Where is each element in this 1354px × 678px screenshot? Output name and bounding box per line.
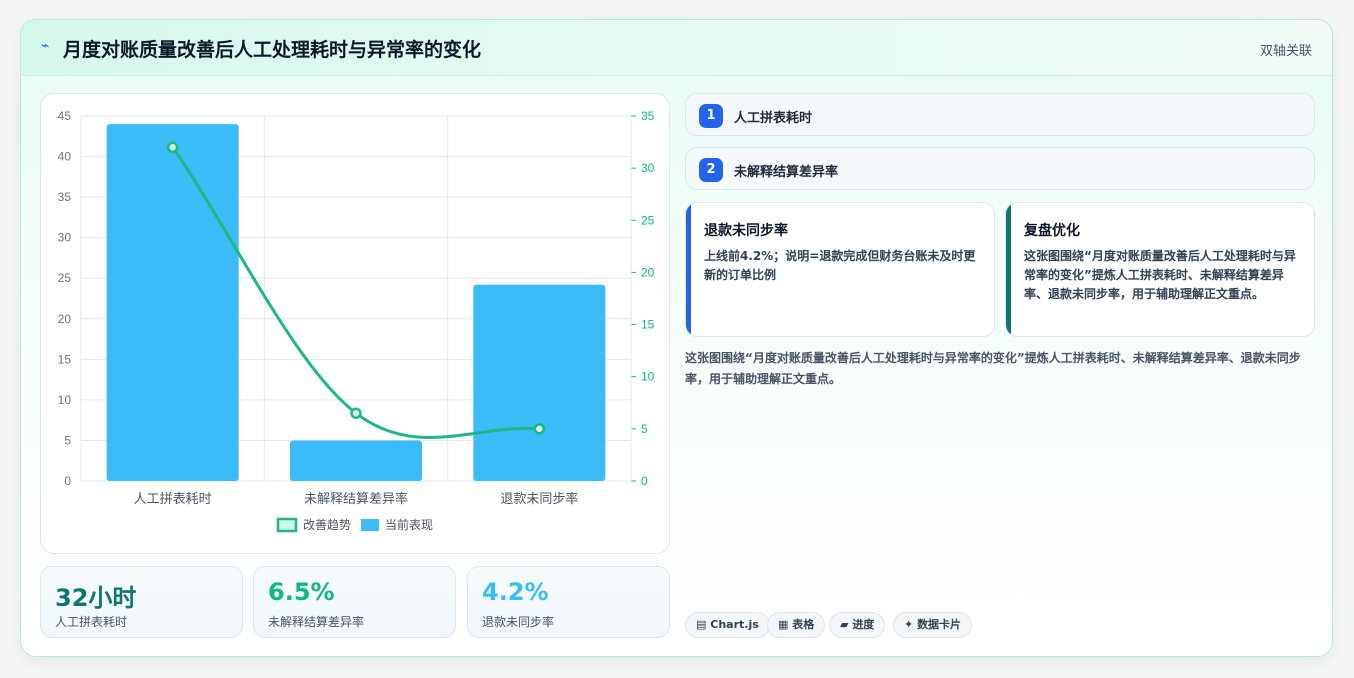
chart-panel: 0 5 10 15 20 25 30 35 40 45 0 5 10 15 20 25 30 35 人工拼表耗时 未解…	[40, 93, 670, 554]
tag-progress[interactable]: ▰ 进度	[829, 612, 886, 638]
lightning-icon: ⌁	[41, 38, 50, 54]
item-number-badge: 1	[699, 104, 723, 128]
item-label: 人工拼表耗时	[734, 111, 813, 126]
table-icon: ▦	[778, 618, 789, 631]
list-item[interactable]: 1 人工拼表耗时	[685, 93, 1315, 136]
tag-label: 表格	[792, 618, 815, 631]
trend-point	[533, 423, 546, 435]
note-body: 这张图围绕“月度对账质量改善后人工处理耗时与异常率的变化”提炼人工拼表耗时、未解…	[1024, 249, 1296, 301]
stat-label: 人工拼表耗时	[55, 615, 128, 629]
note-body: 上线前4.2%；说明=退款完成但财务台账未及时更新的订单比例	[704, 249, 976, 282]
stat-label: 退款未同步率	[482, 615, 555, 629]
y-right-tick-label: 20	[641, 265, 655, 279]
page-title: 月度对账质量改善后人工处理耗时与异常率的变化	[63, 39, 482, 61]
note-card: 退款未同步率 上线前4.2%；说明=退款完成但财务台账未及时更新的订单比例	[685, 202, 995, 337]
y-left-tick-label: 10	[58, 393, 72, 407]
legend-label: 当前表现	[385, 517, 433, 532]
progress-icon: ▰	[840, 618, 849, 631]
bar	[473, 284, 606, 481]
combo-chart: 0 5 10 15 20 25 30 35 40 45 0 5 10 15 20 25 30 35 人工拼表耗时 未解…	[58, 109, 655, 533]
tag-data-card[interactable]: ✦ 数据卡片	[893, 612, 973, 638]
tag-chartjs[interactable]: ▤ Chart.js	[685, 612, 770, 638]
y-left-tick-label: 35	[58, 190, 72, 204]
note-title: 复盘优化	[1024, 223, 1080, 239]
y-right-tick-label: 35	[641, 109, 655, 123]
summary-text: 这张图围绕“月度对账质量改善后人工处理耗时与异常率的变化”提炼人工拼表耗时、未解…	[685, 351, 1301, 386]
y-right-tick-label: 15	[641, 318, 655, 332]
item-number-badge: 2	[699, 158, 723, 182]
stat-value: 6.5%	[268, 578, 335, 606]
note-accent-bar	[686, 203, 691, 336]
sparkle-icon: ✦	[904, 618, 914, 631]
y-left-tick-label: 15	[58, 352, 72, 366]
tag-table[interactable]: ▦ 表格	[767, 612, 826, 638]
x-tick-label: 未解释结算差异率	[304, 491, 408, 507]
tag-label: 数据卡片	[917, 618, 962, 631]
note-title: 退款未同步率	[704, 223, 788, 239]
note-accent-bar	[1006, 203, 1011, 336]
y-right-tick-label: 0	[641, 474, 648, 488]
y-right-tick-label: 10	[641, 370, 655, 384]
x-tick-label: 人工拼表耗时	[134, 492, 212, 507]
legend-swatch-trend	[276, 517, 298, 533]
y-left-tick-label: 5	[64, 433, 71, 447]
y-left-tick-label: 30	[58, 231, 72, 245]
chart-icon: ▤	[696, 618, 707, 631]
y-left-tick-label: 0	[64, 474, 71, 488]
stat-value: 4.2%	[482, 578, 549, 606]
y-left-tick-label: 40	[58, 150, 72, 164]
y-right-tick-label: 5	[641, 422, 648, 436]
y-left-tick-label: 25	[58, 271, 72, 285]
stat-label: 未解释结算差异率	[268, 615, 365, 629]
y-right-tick-label: 30	[641, 161, 655, 175]
note-card: 复盘优化 这张图围绕“月度对账质量改善后人工处理耗时与异常率的变化”提炼人工拼表…	[1005, 202, 1315, 337]
bar	[290, 440, 422, 481]
tag-label: Chart.js	[710, 618, 759, 631]
legend-swatch-current	[361, 519, 379, 531]
bar	[106, 124, 239, 481]
list-item[interactable]: 2 未解释结算差异率	[685, 147, 1315, 190]
tag-label: 进度	[852, 618, 875, 631]
dual-axis-label: 双轴关联	[1259, 44, 1312, 59]
y-left-tick-label: 45	[58, 109, 72, 123]
stat-card: 32小时 人工拼表耗时	[40, 566, 243, 638]
y-right-tick-label: 25	[641, 213, 655, 227]
y-left-tick-label: 20	[58, 312, 72, 326]
item-label: 未解释结算差异率	[734, 165, 839, 180]
trend-point	[166, 141, 179, 154]
stat-card: 4.2% 退款未同步率	[467, 566, 670, 638]
stat-card: 6.5% 未解释结算差异率	[253, 566, 456, 638]
legend-label: 改善趋势	[303, 517, 351, 532]
x-tick-label: 退款未同步率	[500, 491, 578, 507]
header: ⌁ 月度对账质量改善后人工处理耗时与异常率的变化 双轴关联	[21, 20, 1332, 76]
main-card: ⌁ 月度对账质量改善后人工处理耗时与异常率的变化 双轴关联 0 5 10 15 20 25…	[20, 19, 1333, 657]
stat-value: 32小时	[55, 584, 137, 612]
trend-point	[350, 407, 362, 419]
